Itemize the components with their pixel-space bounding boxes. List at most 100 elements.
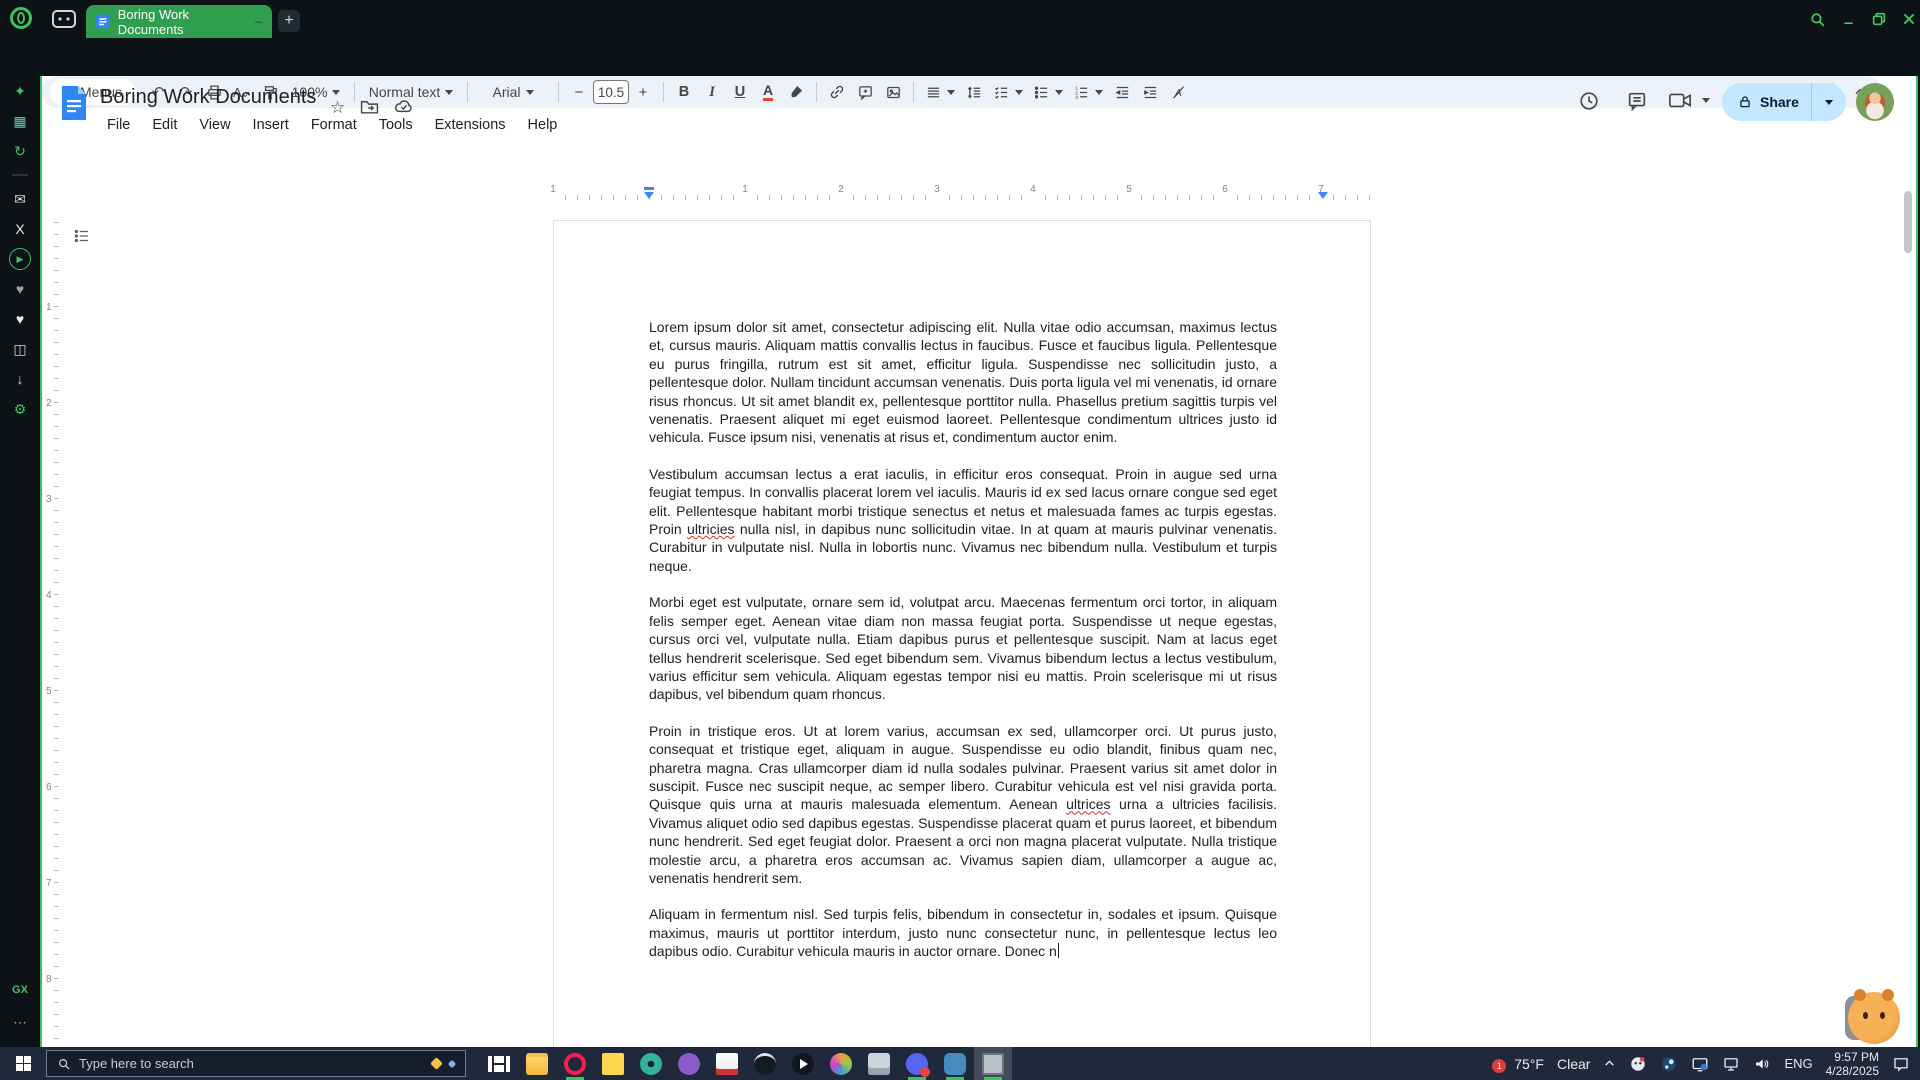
downloads-icon[interactable]: ↓	[0, 364, 40, 394]
menu-help[interactable]: Help	[519, 114, 567, 136]
network-tray-icon[interactable]	[1722, 1055, 1740, 1073]
horizontal-ruler[interactable]: 11234567	[42, 182, 1916, 202]
window-minimize-button[interactable]	[1838, 8, 1860, 30]
text-color-button[interactable]: A	[755, 79, 781, 105]
task-view-icon[interactable]	[480, 1047, 518, 1080]
document-title[interactable]: Boring Work Documents	[100, 86, 316, 109]
highlight-color-button[interactable]	[783, 79, 809, 105]
opera-logo-icon[interactable]	[10, 7, 32, 29]
discord-icon[interactable]	[898, 1047, 936, 1080]
media-player-icon[interactable]	[784, 1047, 822, 1080]
gx-label[interactable]: GX	[0, 984, 40, 996]
window-search-icon[interactable]	[1806, 8, 1828, 30]
taskbar-search[interactable]: Type here to search	[46, 1050, 466, 1077]
font-size-increase-button[interactable]: +	[630, 79, 656, 105]
document-outline-button[interactable]	[68, 222, 96, 250]
printer-queue-icon[interactable]	[860, 1047, 898, 1080]
mascot-sticker[interactable]	[1848, 992, 1900, 1044]
underline-button[interactable]: U	[727, 79, 753, 105]
bold-button[interactable]: B	[671, 79, 697, 105]
paragraph[interactable]: Proin in tristique eros. Ut at lorem var…	[649, 722, 1277, 888]
menu-view[interactable]: View	[190, 114, 239, 136]
speed-dial-icon[interactable]: ✦	[0, 76, 40, 106]
volume-tray-icon[interactable]	[1753, 1055, 1771, 1073]
share-button[interactable]: Share	[1722, 83, 1846, 121]
teal-app-icon[interactable]	[632, 1047, 670, 1080]
move-folder-icon[interactable]	[360, 98, 379, 115]
align-button[interactable]	[921, 79, 959, 105]
language-indicator[interactable]: ENG	[1784, 1056, 1812, 1071]
menu-edit[interactable]: Edit	[143, 114, 186, 136]
github-desktop-icon[interactable]	[670, 1047, 708, 1080]
action-center-icon[interactable]	[1892, 1055, 1910, 1073]
share-main[interactable]: Share	[1722, 83, 1811, 121]
share-dropdown[interactable]	[1811, 83, 1846, 121]
version-history-icon[interactable]	[1578, 90, 1600, 112]
window-restore-button[interactable]	[1868, 8, 1890, 30]
italic-button[interactable]: I	[699, 79, 725, 105]
right-indent-marker[interactable]	[1318, 192, 1328, 199]
gx-corner-icon[interactable]	[52, 10, 76, 28]
left-indent-marker[interactable]	[644, 192, 654, 199]
steam-tray-icon[interactable]	[1660, 1055, 1678, 1073]
clear-formatting-button[interactable]: A	[1165, 79, 1191, 105]
numbered-list-button[interactable]: 123	[1069, 79, 1107, 105]
comments-icon[interactable]	[1626, 90, 1648, 112]
paragraph[interactable]: Morbi eget est vulputate, ornare sem id,…	[649, 593, 1277, 703]
discord-tray-icon[interactable]	[1629, 1055, 1647, 1073]
paragraph[interactable]: Vestibulum accumsan lectus a erat iaculi…	[649, 465, 1277, 575]
paint-app-icon[interactable]	[822, 1047, 860, 1080]
new-tab-button[interactable]: +	[278, 10, 300, 32]
meet-video-icon[interactable]	[1668, 90, 1710, 110]
sticky-notes-icon[interactable]	[594, 1047, 632, 1080]
m8-messenger-icon[interactable]: ✉	[0, 184, 40, 214]
account-avatar[interactable]	[1856, 83, 1894, 121]
weather-condition[interactable]: Clear	[1557, 1056, 1590, 1072]
window-close-button[interactable]	[1898, 8, 1920, 30]
first-line-indent-marker[interactable]	[644, 187, 654, 190]
menu-file[interactable]: File	[98, 114, 139, 136]
easy-setup-icon[interactable]: ↻	[0, 136, 40, 166]
clock[interactable]: 9:57 PM 4/28/2025	[1826, 1050, 1879, 1078]
menu-format[interactable]: Format	[302, 114, 366, 136]
cloud-saved-icon[interactable]	[394, 98, 414, 114]
scrollbar-thumb[interactable]	[1904, 191, 1912, 253]
checklist-button[interactable]	[989, 79, 1027, 105]
font-select[interactable]: Arial	[475, 79, 551, 105]
docs-logo-icon[interactable]	[60, 84, 88, 122]
menu-extensions[interactable]: Extensions	[426, 114, 515, 136]
settings-icon[interactable]: ⚙	[0, 394, 40, 424]
insert-image-button[interactable]	[880, 79, 906, 105]
weather-temp[interactable]: 75°F	[1514, 1056, 1544, 1072]
bulleted-list-button[interactable]	[1029, 79, 1067, 105]
sidebar-more-button[interactable]: ⋯	[0, 1014, 40, 1031]
x-social-icon[interactable]: X	[0, 214, 40, 244]
favorites-icon[interactable]: ♥	[0, 304, 40, 334]
insert-link-button[interactable]	[824, 79, 850, 105]
godot-icon[interactable]	[936, 1047, 974, 1080]
opera-gx-icon[interactable]	[556, 1047, 594, 1080]
tray-expand-chevron[interactable]	[1603, 1057, 1616, 1070]
screenshot-tool-icon[interactable]	[974, 1047, 1012, 1080]
add-comment-button[interactable]	[852, 79, 878, 105]
paragraph[interactable]: Aliquam in fermentum nisl. Sed turpis fe…	[649, 905, 1277, 960]
cast-tray-icon[interactable]	[1691, 1055, 1709, 1073]
notepad-plus-icon[interactable]	[708, 1047, 746, 1080]
browser-tab[interactable]: Boring Work Documents –	[86, 5, 272, 38]
font-size-decrease-button[interactable]: −	[566, 79, 592, 105]
player-icon[interactable]: ▶	[0, 244, 40, 274]
favorites-small-icon[interactable]: ♥	[0, 274, 40, 304]
document-text[interactable]: Lorem ipsum dolor sit amet, consectetur …	[649, 318, 1277, 979]
menu-insert[interactable]: Insert	[244, 114, 298, 136]
paragraph[interactable]: Lorem ipsum dolor sit amet, consectetur …	[649, 318, 1277, 447]
decrease-indent-button[interactable]	[1109, 79, 1135, 105]
vertical-ruler[interactable]: 12345678	[42, 182, 60, 1047]
line-spacing-button[interactable]	[961, 79, 987, 105]
workspace-icon[interactable]: ▦	[0, 106, 40, 136]
font-size-input[interactable]: 10.5	[593, 80, 629, 104]
file-explorer-icon[interactable]	[518, 1047, 556, 1080]
obs-studio-icon[interactable]	[746, 1047, 784, 1080]
start-button[interactable]	[0, 1047, 46, 1080]
menu-tools[interactable]: Tools	[370, 114, 422, 136]
increase-indent-button[interactable]	[1137, 79, 1163, 105]
